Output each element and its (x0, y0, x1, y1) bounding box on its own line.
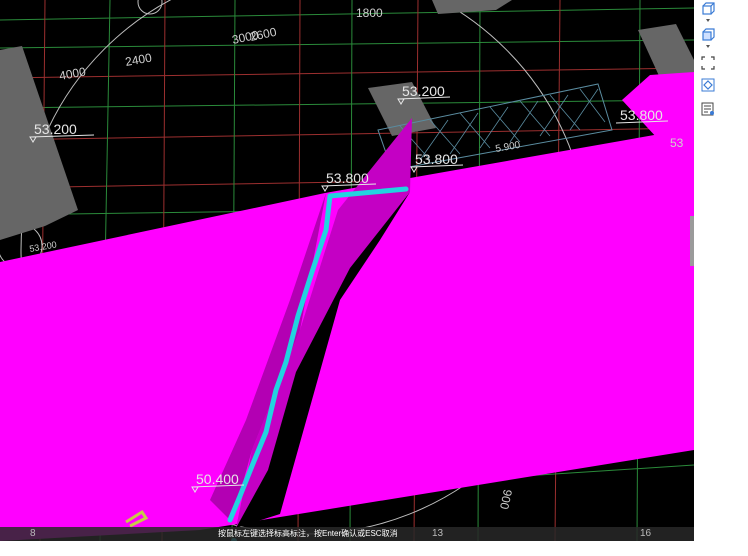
dropdown-arrow-icon[interactable] (701, 17, 715, 25)
status-message: 按鼠标左键选择标高标注，按Enter确认或ESC取消 (218, 529, 398, 538)
elevation-53800-mid: 53.800 (415, 151, 458, 167)
elevation-53-partial: 53 (670, 136, 684, 150)
view-cube-icon[interactable] (701, 2, 715, 16)
elevation-53200-mid: 53.200 (402, 83, 445, 99)
dim-label-2400: 2400 (124, 50, 153, 68)
properties-list-icon[interactable] (701, 102, 715, 116)
dim-label-1800: 1800 (356, 6, 383, 20)
elevation-50400: 50.400 (196, 471, 239, 487)
dim-label-006: 006 (497, 488, 515, 511)
status-bar: 8 按鼠标左键选择标高标注，按Enter确认或ESC取消 13 16 (0, 527, 694, 541)
right-toolbar (697, 0, 748, 130)
floor-slab (0, 128, 694, 541)
dim-label-5900: 5.900 (495, 140, 522, 155)
elevation-53800-right: 53.800 (620, 107, 663, 123)
grid-number: 16 (640, 528, 652, 539)
column-right (638, 24, 694, 78)
elevation-53800-ramp: 53.800 (326, 170, 369, 186)
3d-box-icon[interactable] (701, 28, 715, 42)
grid-number: 8 (30, 528, 36, 539)
dim-label-4000: 4000 (58, 64, 87, 82)
layer-icon[interactable] (701, 78, 715, 92)
dropdown-arrow-icon[interactable] (701, 43, 715, 51)
select-region-icon[interactable] (701, 56, 715, 70)
viewport-scroll-handle[interactable] (690, 216, 694, 266)
cad-viewport[interactable]: 1800 3000 2600 2400 4000 006 5.900 53.20… (0, 0, 694, 541)
grid-number: 13 (432, 528, 444, 539)
elevation-left: 53.200 (34, 121, 77, 137)
drawing-canvas[interactable]: 1800 3000 2600 2400 4000 006 5.900 53.20… (0, 0, 694, 541)
